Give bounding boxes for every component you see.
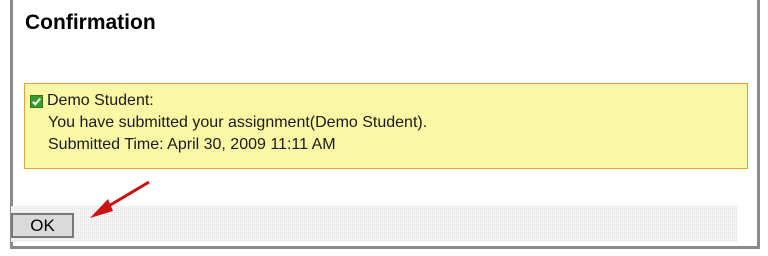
message-body: You have submitted your assignment(Demo …	[48, 114, 428, 131]
red-arrow-annotation	[90, 180, 150, 218]
success-message-box: Demo Student: You have submitted your as…	[24, 83, 748, 169]
ok-button[interactable]: OK	[11, 213, 74, 238]
submitted-time: Submitted Time: April 30, 2009 11:11 AM	[48, 136, 336, 153]
dialog-title: Confirmation	[25, 11, 156, 34]
checkbox-checked-icon	[30, 94, 43, 108]
message-recipient-line: Demo Student:	[30, 90, 747, 112]
message-recipient: Demo Student:	[47, 92, 154, 109]
